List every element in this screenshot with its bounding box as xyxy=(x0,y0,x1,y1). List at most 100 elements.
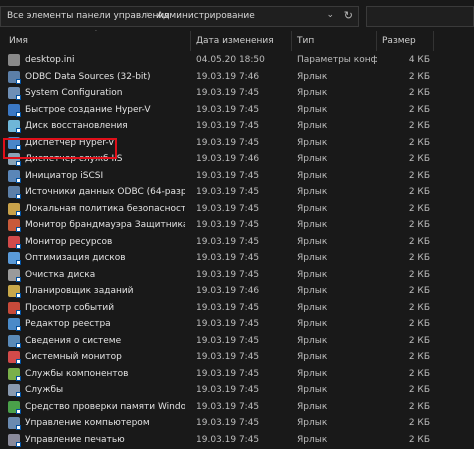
registry-editor-icon xyxy=(8,318,21,331)
file-date: 19.03.19 7:45 xyxy=(196,187,260,197)
file-date: 19.03.19 7:45 xyxy=(196,434,260,445)
file-name: Оптимизация дисков xyxy=(25,253,126,263)
search-input[interactable] xyxy=(366,6,474,27)
address-bar[interactable]: Все элементы панели управления › Админис… xyxy=(0,6,359,27)
file-row[interactable]: Локальная политика безопасности 19.03.19 … xyxy=(0,201,474,218)
file-size: 2 КБ xyxy=(408,154,430,164)
file-row[interactable]: Быстрое создание Hyper-V 19.03.19 7:45 Ярл… xyxy=(0,102,474,119)
column-divider[interactable] xyxy=(291,31,292,51)
file-row[interactable]: System Configuration 19.03.19 7:45 Ярлык 2 … xyxy=(0,85,474,102)
file-row[interactable]: Оптимизация дисков 19.03.19 7:45 Ярлык 2 КБ xyxy=(0,250,474,267)
column-divider[interactable] xyxy=(433,31,434,51)
column-divider[interactable] xyxy=(376,31,377,51)
file-type: Ярлык xyxy=(297,220,328,230)
file-name: Монитор ресурсов xyxy=(25,236,113,247)
task-scheduler-icon xyxy=(8,285,21,298)
file-row[interactable]: Монитор ресурсов 19.03.19 7:45 Ярлык 2 КБ xyxy=(0,234,474,251)
file-name: Очистка диска xyxy=(25,269,96,280)
file-type: Ярлык xyxy=(297,401,328,412)
file-date: 19.03.19 7:45 xyxy=(196,269,260,280)
file-date: 19.03.19 7:45 xyxy=(196,220,260,230)
file-date: 19.03.19 7:45 xyxy=(196,302,260,313)
file-type: Ярлык xyxy=(297,302,328,313)
file-size: 2 КБ xyxy=(408,253,430,263)
file-size: 2 КБ xyxy=(408,121,430,131)
file-row[interactable]: Просмотр событий 19.03.19 7:45 Ярлык 2 КБ xyxy=(0,300,474,317)
file-row[interactable]: Планировщик заданий 19.03.19 7:46 Ярлык 2 К… xyxy=(0,283,474,300)
security-policy-icon xyxy=(8,202,21,216)
file-date: 19.03.19 7:45 xyxy=(196,203,260,214)
file-type: Параметры конф... xyxy=(297,55,377,65)
file-size: 2 КБ xyxy=(408,335,430,346)
file-name: Монитор брандмауэра Защитника Win... xyxy=(25,220,185,230)
refresh-icon[interactable]: ↻ xyxy=(344,9,353,22)
file-type: Ярлык xyxy=(297,187,328,197)
file-row[interactable]: Источники данных ODBC (64-разрядна... 19.… xyxy=(0,184,474,201)
file-row[interactable]: ODBC Data Sources (32-bit) 19.03.19 7:46 Я… xyxy=(0,69,474,86)
file-type: Ярлык xyxy=(297,104,328,115)
file-type: Ярлык xyxy=(297,368,328,379)
file-size: 2 КБ xyxy=(408,286,430,296)
performance-monitor-icon xyxy=(8,351,21,364)
column-header-type[interactable]: Тип xyxy=(297,36,314,46)
file-date: 19.03.19 7:45 xyxy=(196,401,260,412)
file-size: 2 КБ xyxy=(408,104,430,115)
file-type: Ярлык xyxy=(297,71,328,82)
file-name: Редактор реестра xyxy=(25,319,111,329)
file-type: Ярлык xyxy=(297,170,328,181)
component-services-icon xyxy=(8,367,21,381)
column-header-name[interactable]: Имя xyxy=(9,36,28,46)
file-row[interactable]: Средство проверки памяти Windows 19.03.19… xyxy=(0,399,474,416)
file-type: Ярлык xyxy=(297,385,328,395)
file-name: System Configuration xyxy=(25,88,123,98)
file-date: 19.03.19 7:45 xyxy=(196,104,260,115)
memory-diagnostic-icon xyxy=(8,400,21,414)
file-date: 19.03.19 7:45 xyxy=(196,121,260,131)
file-name: Просмотр событий xyxy=(25,302,115,313)
file-row[interactable]: Очистка диска 19.03.19 7:45 Ярлык 2 КБ xyxy=(0,267,474,284)
file-name: Управление печатью xyxy=(25,434,125,445)
file-row[interactable]: Управление печатью 19.03.19 7:45 Ярлык 2 КБ xyxy=(0,432,474,449)
file-size: 2 КБ xyxy=(408,88,430,98)
recovery-drive-icon xyxy=(8,120,21,133)
column-header-size[interactable]: Размер xyxy=(382,36,416,46)
file-row[interactable]: Управление компьютером 19.03.19 7:45 Ярлык… xyxy=(0,415,474,432)
file-size: 2 КБ xyxy=(408,170,430,181)
file-name: Источники данных ODBC (64-разрядна... xyxy=(25,187,185,197)
file-size: 2 КБ xyxy=(408,71,430,82)
file-name: ODBC Data Sources (32-bit) xyxy=(25,71,151,82)
file-row[interactable]: Сведения о системе 19.03.19 7:45 Ярлык 2 КБ xyxy=(0,333,474,350)
toolbar: Все элементы панели управления › Админис… xyxy=(0,0,474,31)
file-name: desktop.ini xyxy=(25,55,75,65)
file-size: 2 КБ xyxy=(408,401,430,412)
firewall-icon xyxy=(8,219,21,232)
file-name: Средство проверки памяти Windows xyxy=(25,401,185,412)
file-row[interactable]: desktop.ini 04.05.20 18:50 Параметры конф.… xyxy=(0,52,474,69)
file-row[interactable]: Монитор брандмауэра Защитника Win... 19.0… xyxy=(0,217,474,234)
column-divider[interactable] xyxy=(190,31,191,51)
file-name: Системный монитор xyxy=(25,352,122,362)
file-date: 19.03.19 7:46 xyxy=(196,71,260,82)
file-row[interactable]: Службы компонентов 19.03.19 7:45 Ярлык 2 КБ xyxy=(0,366,474,383)
file-name: Службы xyxy=(25,385,64,395)
file-size: 2 КБ xyxy=(408,269,430,280)
file-name: Быстрое создание Hyper-V xyxy=(25,104,151,115)
file-row[interactable]: Диск восстановления 19.03.19 7:45 Ярлык 2 К… xyxy=(0,118,474,135)
file-type: Ярлык xyxy=(297,236,328,247)
file-size: 2 КБ xyxy=(408,220,430,230)
resource-monitor-icon xyxy=(8,235,21,249)
file-size: 2 КБ xyxy=(408,187,430,197)
address-dropdown-icon[interactable]: ⌄ xyxy=(326,10,334,20)
odbc-icon xyxy=(8,70,21,84)
defrag-icon xyxy=(8,252,21,265)
column-header-date[interactable]: Дата изменения xyxy=(196,36,274,46)
breadcrumb-administration[interactable]: Администрирование xyxy=(157,11,255,21)
file-type: Ярлык xyxy=(297,335,328,346)
file-row[interactable]: Службы 19.03.19 7:45 Ярлык 2 КБ xyxy=(0,382,474,399)
file-size: 2 КБ xyxy=(408,352,430,362)
file-row[interactable]: Редактор реестра 19.03.19 7:45 Ярлык 2 КБ xyxy=(0,316,474,333)
file-date: 19.03.19 7:45 xyxy=(196,385,260,395)
breadcrumb-separator-icon[interactable]: › xyxy=(146,10,150,20)
file-row[interactable]: Инициатор iSCSI 19.03.19 7:45 Ярлык 2 КБ xyxy=(0,168,474,185)
file-row[interactable]: Системный монитор 19.03.19 7:45 Ярлык 2 КБ xyxy=(0,349,474,366)
